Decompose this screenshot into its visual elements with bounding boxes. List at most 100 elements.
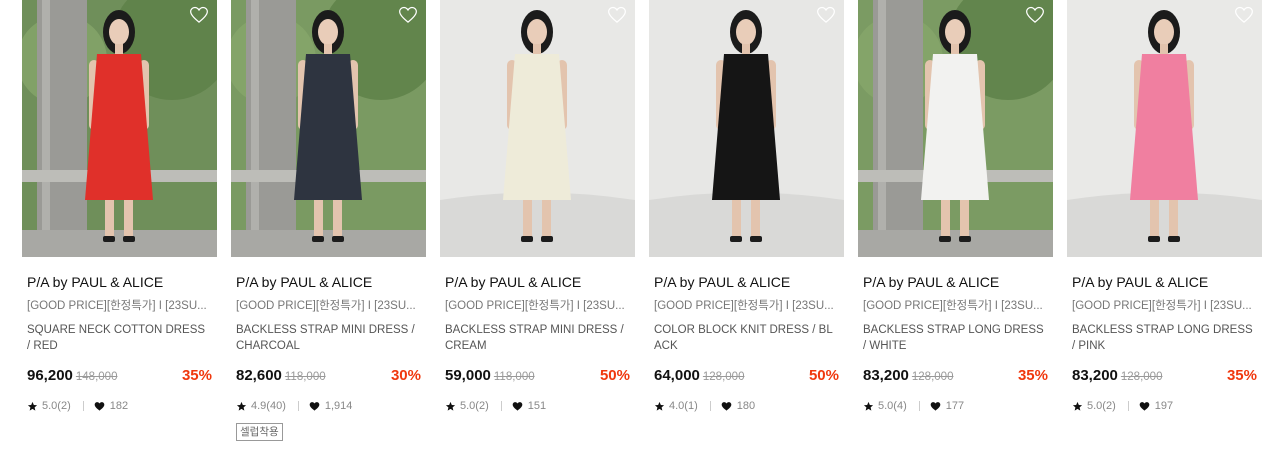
divider xyxy=(500,401,502,411)
brand-name[interactable]: P/A by PAUL & ALICE xyxy=(22,274,217,290)
product-name[interactable]: SQUARE NECK COTTON DRESS / RED xyxy=(22,322,217,354)
wishlist-heart-icon[interactable] xyxy=(607,5,627,25)
original-price: 148,000 xyxy=(75,371,118,383)
divider xyxy=(297,401,299,411)
product-card-3[interactable]: P/A by PAUL & ALICE [GOOD PRICE][한정특가] I… xyxy=(440,0,635,441)
product-image[interactable] xyxy=(440,0,635,257)
product-card-2[interactable]: P/A by PAUL & ALICE [GOOD PRICE][한정특가] I… xyxy=(231,0,426,441)
divider xyxy=(709,401,711,411)
product-tagline[interactable]: [GOOD PRICE][한정특가] I [23SU... xyxy=(231,299,422,313)
price-row: 96,200 148,000 35% xyxy=(22,366,217,387)
brand-name[interactable]: P/A by PAUL & ALICE xyxy=(440,274,635,290)
product-grid: P/A by PAUL & ALICE [GOOD PRICE][한정특가] I… xyxy=(22,0,1262,441)
sale-price: 64,000 xyxy=(654,367,700,384)
review-like-row: 4.9(40) 1,914 xyxy=(231,399,426,413)
review-like-row: 5.0(4) 177 xyxy=(858,399,1053,413)
original-price: 128,000 xyxy=(1120,371,1163,383)
like-count: 197 xyxy=(1154,400,1174,412)
brand-name[interactable]: P/A by PAUL & ALICE xyxy=(1067,274,1262,290)
product-card-6[interactable]: P/A by PAUL & ALICE [GOOD PRICE][한정특가] I… xyxy=(1067,0,1262,441)
price-row: 83,200 128,000 35% xyxy=(858,366,1053,387)
heart-icon xyxy=(1139,401,1150,411)
star-icon xyxy=(654,401,665,411)
star-icon xyxy=(863,401,874,411)
star-icon xyxy=(27,401,38,411)
product-image[interactable] xyxy=(22,0,217,257)
review-like-row: 4.0(1) 180 xyxy=(649,399,844,413)
sale-price: 83,200 xyxy=(1072,367,1118,384)
brand-name[interactable]: P/A by PAUL & ALICE xyxy=(231,274,426,290)
divider xyxy=(918,401,920,411)
product-tagline[interactable]: [GOOD PRICE][한정특가] I [23SU... xyxy=(440,299,631,313)
price-row: 64,000 128,000 50% xyxy=(649,366,844,387)
discount-rate: 50% xyxy=(599,367,630,384)
product-photo xyxy=(22,0,217,257)
product-photo xyxy=(231,0,426,257)
price-row: 59,000 118,000 50% xyxy=(440,366,635,387)
price-row: 82,600 118,000 30% xyxy=(231,366,426,387)
heart-icon xyxy=(721,401,732,411)
heart-icon xyxy=(512,401,523,411)
product-photo xyxy=(858,0,1053,257)
sale-price: 83,200 xyxy=(863,367,909,384)
sale-price: 82,600 xyxy=(236,367,282,384)
star-icon xyxy=(445,401,456,411)
product-card-5[interactable]: P/A by PAUL & ALICE [GOOD PRICE][한정특가] I… xyxy=(858,0,1053,441)
product-tagline[interactable]: [GOOD PRICE][한정특가] I [23SU... xyxy=(22,299,213,313)
like-count: 151 xyxy=(527,400,547,412)
rating-value: 5.0(2) xyxy=(42,400,71,412)
like-count: 177 xyxy=(945,400,965,412)
star-icon xyxy=(1072,401,1083,411)
product-photo xyxy=(440,0,635,257)
product-image[interactable] xyxy=(858,0,1053,257)
original-price: 128,000 xyxy=(911,371,954,383)
wishlist-heart-icon[interactable] xyxy=(1234,5,1254,25)
product-tagline[interactable]: [GOOD PRICE][한정특가] I [23SU... xyxy=(649,299,840,313)
product-tagline[interactable]: [GOOD PRICE][한정특가] I [23SU... xyxy=(858,299,1049,313)
discount-rate: 35% xyxy=(1017,367,1048,384)
heart-icon xyxy=(309,401,320,411)
sale-price: 96,200 xyxy=(27,367,73,384)
product-image[interactable] xyxy=(649,0,844,257)
original-price: 118,000 xyxy=(493,371,535,383)
celeb-badge: 셀럽착용 xyxy=(236,423,283,441)
heart-icon xyxy=(94,401,105,411)
rating-value: 4.0(1) xyxy=(669,400,698,412)
sale-price: 59,000 xyxy=(445,367,491,384)
rating-value: 5.0(2) xyxy=(460,400,489,412)
rating-value: 5.0(2) xyxy=(1087,400,1116,412)
wishlist-heart-icon[interactable] xyxy=(816,5,836,25)
divider xyxy=(1127,401,1129,411)
wishlist-heart-icon[interactable] xyxy=(398,5,418,25)
like-count: 1,914 xyxy=(324,400,353,412)
discount-rate: 50% xyxy=(808,367,839,384)
review-like-row: 5.0(2) 197 xyxy=(1067,399,1262,413)
review-like-row: 5.0(2) 182 xyxy=(22,399,217,413)
star-icon xyxy=(236,401,247,411)
heart-icon xyxy=(930,401,941,411)
divider xyxy=(82,401,84,411)
like-count: 182 xyxy=(109,400,129,412)
product-image[interactable] xyxy=(231,0,426,257)
product-image[interactable] xyxy=(1067,0,1262,257)
wishlist-heart-icon[interactable] xyxy=(189,5,209,25)
product-name[interactable]: BACKLESS STRAP LONG DRESS / PINK xyxy=(1067,322,1262,354)
product-name[interactable]: BACKLESS STRAP MINI DRESS / CREAM xyxy=(440,322,635,354)
product-tagline[interactable]: [GOOD PRICE][한정특가] I [23SU... xyxy=(1067,299,1258,313)
brand-name[interactable]: P/A by PAUL & ALICE xyxy=(858,274,1053,290)
discount-rate: 35% xyxy=(1226,367,1257,384)
product-card-4[interactable]: P/A by PAUL & ALICE [GOOD PRICE][한정특가] I… xyxy=(649,0,844,441)
discount-rate: 30% xyxy=(390,367,421,384)
review-like-row: 5.0(2) 151 xyxy=(440,399,635,413)
wishlist-heart-icon[interactable] xyxy=(1025,5,1045,25)
product-card-1[interactable]: P/A by PAUL & ALICE [GOOD PRICE][한정특가] I… xyxy=(22,0,217,441)
product-photo xyxy=(649,0,844,257)
original-price: 128,000 xyxy=(702,371,745,383)
brand-name[interactable]: P/A by PAUL & ALICE xyxy=(649,274,844,290)
product-name[interactable]: BACKLESS STRAP MINI DRESS / CHARCOAL xyxy=(231,322,426,354)
product-name[interactable]: BACKLESS STRAP LONG DRESS / WHITE xyxy=(858,322,1053,354)
product-name[interactable]: COLOR BLOCK KNIT DRESS / BLACK xyxy=(649,322,844,354)
rating-value: 5.0(4) xyxy=(878,400,907,412)
original-price: 118,000 xyxy=(284,371,326,383)
rating-value: 4.9(40) xyxy=(251,400,286,412)
